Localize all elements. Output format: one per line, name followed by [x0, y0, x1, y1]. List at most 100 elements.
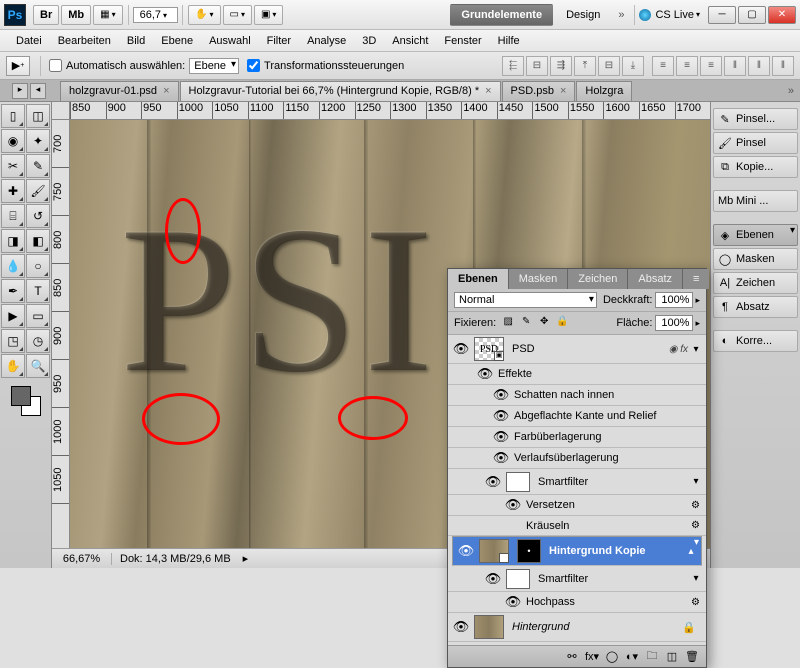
collapse-icon[interactable]: ▾ [690, 344, 702, 355]
visibility-icon[interactable]: 👁 [504, 594, 522, 610]
opacity-arrow-icon[interactable]: ▸ [695, 295, 700, 306]
rail-brush-presets[interactable]: ✎Pinsel... [713, 108, 798, 130]
zoom-field[interactable]: 66,7▾ [133, 7, 178, 23]
rail-clone-source[interactable]: ⧉Kopie... [713, 156, 798, 178]
visibility-icon[interactable]: 👁 [492, 387, 510, 403]
maximize-button[interactable]: ▢ [738, 6, 766, 24]
wand-tool[interactable]: ✦ [26, 129, 50, 153]
smartfilter-group-1[interactable]: 👁 Smartfilter ▾ [448, 469, 706, 495]
view-extras-button[interactable]: ▦▾ [93, 5, 122, 25]
layer-thumbnail[interactable]: ▣ [479, 539, 509, 563]
align-center-h-icon[interactable]: ⊟ [526, 56, 548, 76]
rail-brush[interactable]: 🖌Pinsel [713, 132, 798, 154]
color-swatches[interactable] [11, 386, 41, 416]
rail-adjustments[interactable]: ◐Korre... [713, 330, 798, 352]
filter-options-icon[interactable]: ⚙ [691, 597, 700, 608]
link-layers-icon[interactable]: ⚯ [562, 650, 582, 663]
layer-mask-icon[interactable]: ◯ [602, 650, 622, 663]
auto-select-checkbox[interactable] [49, 59, 62, 72]
visibility-icon[interactable]: 👁 [452, 619, 470, 635]
fill-value[interactable]: 100% [655, 315, 693, 331]
delete-layer-icon[interactable]: 🗑 [682, 650, 702, 663]
blur-tool[interactable]: 💧 [1, 254, 25, 278]
marquee-tool[interactable]: ◫ [26, 104, 50, 128]
workspace-design[interactable]: Design [555, 4, 611, 26]
doc-tab-4[interactable]: Holzgra [576, 81, 632, 101]
move-tool[interactable]: ▯ [1, 104, 25, 128]
cslive-button[interactable]: CS Live▾ [639, 9, 700, 21]
healing-tool[interactable]: ✚ [1, 179, 25, 203]
menu-analyse[interactable]: Analyse [299, 30, 354, 51]
type-tool[interactable]: T [26, 279, 50, 303]
panel-menu-icon[interactable]: ≡ [683, 269, 709, 289]
layer-style-icon[interactable]: fx▾ [582, 650, 602, 663]
menu-bearbeiten[interactable]: Bearbeiten [50, 30, 119, 51]
collapse-icon[interactable]: ▾ [690, 573, 702, 584]
panel-tab-layers[interactable]: Ebenen [448, 269, 509, 289]
lock-image-icon[interactable]: ✎ [518, 316, 534, 330]
visibility-icon[interactable]: 👁 [492, 408, 510, 424]
zoom-tool[interactable]: 🔍 [26, 354, 50, 378]
menu-3d[interactable]: 3D [354, 30, 384, 51]
collapse-icon[interactable]: ▴ [685, 546, 697, 557]
new-layer-icon[interactable]: ◫ [662, 650, 682, 663]
doc-tab-1[interactable]: holzgravur-01.psd [60, 81, 179, 101]
effect-color-overlay[interactable]: 👁 Farbüberlagerung [448, 427, 706, 448]
bridge-button[interactable]: Br [33, 5, 59, 25]
layers-panel[interactable]: Ebenen Masken Zeichen Absatz ≡ Normal De… [447, 268, 707, 668]
shape-tool[interactable]: ▭ [26, 304, 50, 328]
filter-options-icon[interactable]: ⚙ [691, 520, 700, 531]
visibility-icon[interactable]: 👁 [492, 450, 510, 466]
3d-cam-tool[interactable]: ◷ [26, 329, 50, 353]
minibridge-button[interactable]: Mb [61, 5, 91, 25]
panel-tab-character[interactable]: Zeichen [568, 269, 628, 289]
menu-filter[interactable]: Filter [259, 30, 299, 51]
doc-tab-3[interactable]: PSD.psb [502, 81, 576, 101]
distribute-v-icon[interactable]: ≡ [676, 56, 698, 76]
menu-fenster[interactable]: Fenster [436, 30, 489, 51]
adjustment-layer-icon[interactable]: ◐▾ [622, 650, 642, 663]
auto-select-target[interactable]: Ebene [189, 58, 239, 74]
workspace-more[interactable]: » [612, 9, 630, 21]
vertical-ruler[interactable]: 70075080085090095010001050 [52, 120, 70, 548]
lock-transparency-icon[interactable]: ▨ [500, 316, 516, 330]
tabs-overflow[interactable]: » [782, 85, 800, 97]
visibility-icon[interactable]: 👁 [457, 543, 475, 559]
expand-panels-button[interactable]: ◂ [30, 83, 46, 99]
gradient-tool[interactable]: ◧ [26, 229, 50, 253]
smartfilter-mask[interactable] [506, 569, 530, 589]
visibility-icon[interactable]: 👁 [484, 474, 502, 490]
3d-tool[interactable]: ◳ [1, 329, 25, 353]
rail-masks[interactable]: ◯Masken [713, 248, 798, 270]
workspace-essentials[interactable]: Grundelemente [450, 4, 553, 26]
history-brush-tool[interactable]: ↺ [26, 204, 50, 228]
transform-controls-checkbox[interactable] [247, 59, 260, 72]
filter-highpass[interactable]: 👁 Hochpass ⚙ [448, 592, 706, 613]
layer-background[interactable]: 👁 Hintergrund 🔒 [448, 613, 706, 642]
fx-badge[interactable]: ◉ fx [669, 344, 688, 355]
filter-options-icon[interactable]: ⚙ [691, 500, 700, 511]
smartfilter-mask[interactable] [506, 472, 530, 492]
status-arrow-icon[interactable]: ▸ [243, 552, 249, 565]
status-docinfo[interactable]: Dok: 14,3 MB/29,6 MB [112, 553, 239, 565]
crop-tool[interactable]: ✂ [1, 154, 25, 178]
distribute-bottom-icon[interactable]: ≡ [700, 56, 722, 76]
distribute-h-icon[interactable]: ‖ [748, 56, 770, 76]
stamp-tool[interactable]: ⌸ [1, 204, 25, 228]
rail-paragraph[interactable]: ¶Absatz [713, 296, 798, 318]
hand-tool[interactable]: ✋ [1, 354, 25, 378]
ruler-origin[interactable] [52, 102, 70, 120]
minimize-button[interactable]: ─ [708, 6, 736, 24]
lock-all-icon[interactable]: 🔒 [554, 316, 570, 330]
align-right-icon[interactable]: ⇶ [550, 56, 572, 76]
align-left-icon[interactable]: ⬱ [502, 56, 524, 76]
pen-tool[interactable]: ✒ [1, 279, 25, 303]
screen-mode-button[interactable]: ▣▾ [254, 5, 283, 25]
distribute-top-icon[interactable]: ≡ [652, 56, 674, 76]
lasso-tool[interactable]: ◉ [1, 129, 25, 153]
blend-mode-select[interactable]: Normal [454, 292, 597, 308]
visibility-icon[interactable]: 👁 [452, 341, 470, 357]
visibility-icon[interactable]: 👁 [492, 429, 510, 445]
effects-group[interactable]: 👁 Effekte [448, 364, 706, 385]
brush-tool[interactable]: 🖌 [26, 179, 50, 203]
